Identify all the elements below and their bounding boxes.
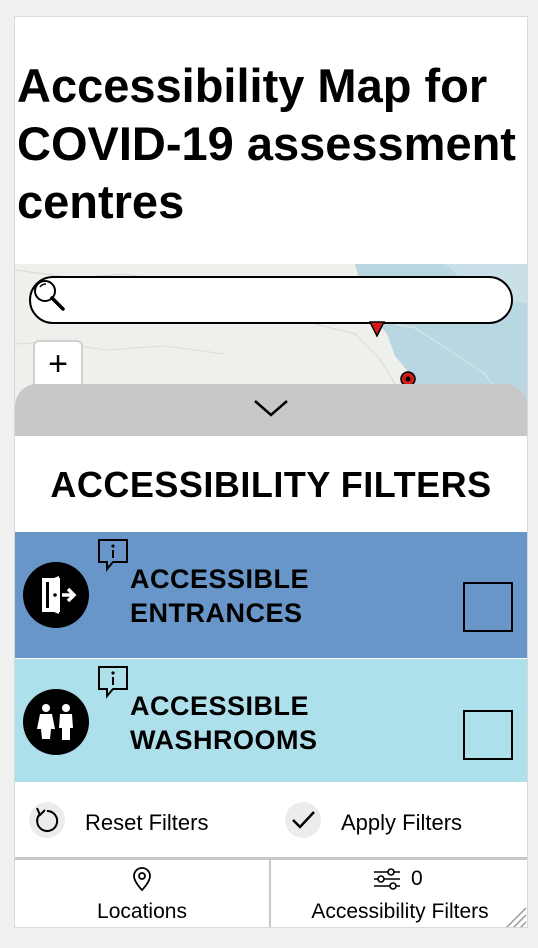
filters-sheet-handle[interactable] — [15, 384, 527, 436]
filter-checkbox[interactable] — [463, 582, 513, 632]
search-bar[interactable] — [29, 276, 513, 324]
filter-accessible-washrooms[interactable]: ACCESSIBLE WASHROOMS — [15, 659, 527, 782]
checkmark-icon — [285, 802, 321, 838]
tab-locations-label: Locations — [97, 900, 187, 923]
info-icon[interactable] — [97, 665, 129, 699]
search-icon — [34, 280, 65, 311]
sliders-icon — [374, 868, 400, 890]
filters-count-badge: 0 — [411, 867, 423, 890]
tab-accessibility-filters-label: Accessibility Filters — [311, 900, 489, 923]
filter-label-line: ACCESSIBLE — [130, 691, 310, 721]
filter-label-line: ENTRANCES — [130, 598, 303, 628]
reset-icon — [29, 802, 65, 838]
tab-locations[interactable]: Locations — [15, 860, 271, 927]
bottom-tab-bar: Locations 0 Accessibility Filters — [15, 857, 527, 928]
location-pin-icon — [133, 867, 151, 892]
filter-actions: Reset Filters Apply Filters — [15, 782, 527, 857]
filters-header: ACCESSIBILITY FILTERS — [15, 436, 527, 532]
door-exit-icon — [23, 562, 89, 628]
filter-label-line: ACCESSIBLE — [130, 564, 310, 594]
filter-label: ACCESSIBLE WASHROOMS — [130, 689, 318, 757]
washroom-icon — [23, 689, 89, 755]
info-icon[interactable] — [97, 538, 129, 572]
filter-label-line: WASHROOMS — [130, 725, 318, 755]
app-frame: Accessibility Map for COVID-19 assessmen… — [14, 16, 528, 928]
filters-title: ACCESSIBILITY FILTERS — [50, 464, 492, 505]
zoom-in-button[interactable]: + — [33, 340, 83, 390]
reset-filters-label: Reset Filters — [85, 810, 209, 835]
search-input[interactable] — [85, 284, 499, 318]
filter-label: ACCESSIBLE ENTRANCES — [130, 562, 309, 630]
resize-handle-icon[interactable] — [501, 904, 527, 928]
filter-checkbox[interactable] — [463, 710, 513, 760]
page-title: Accessibility Map for COVID-19 assessmen… — [17, 59, 516, 228]
filter-accessible-entrances[interactable]: ACCESSIBLE ENTRANCES — [15, 532, 527, 658]
chevron-down-icon — [254, 400, 288, 417]
tab-accessibility-filters[interactable]: 0 Accessibility Filters — [273, 860, 527, 927]
apply-filters-label: Apply Filters — [341, 810, 463, 835]
map-marker-icon[interactable] — [367, 320, 387, 344]
